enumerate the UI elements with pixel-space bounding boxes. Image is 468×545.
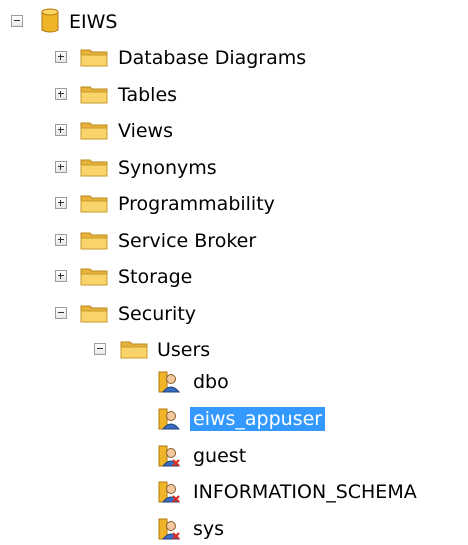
user-disabled-icon bbox=[158, 518, 180, 540]
user-disabled-icon bbox=[158, 445, 180, 467]
tree-node-label: Storage bbox=[118, 266, 193, 288]
user-icon bbox=[158, 371, 180, 393]
tree-node-label: Tables bbox=[118, 83, 178, 106]
expand-toggle[interactable] bbox=[55, 87, 67, 100]
database-icon bbox=[41, 8, 59, 33]
tree-node-security[interactable]: Security bbox=[0, 298, 468, 330]
folder-icon bbox=[80, 268, 108, 286]
tree-node-label: Service Broker bbox=[118, 229, 257, 252]
folder-icon bbox=[80, 159, 108, 176]
object-explorer-tree: EIWS Database Diagrams Tables Views Synonym… bbox=[0, 0, 468, 544]
collapse-toggle[interactable] bbox=[11, 15, 23, 27]
tree-node-database-diagrams[interactable]: Database Diagrams bbox=[0, 42, 468, 74]
folder-icon bbox=[80, 49, 108, 67]
tree-node-label: Programmability bbox=[118, 193, 275, 215]
tree-node-views[interactable]: Views bbox=[0, 115, 468, 147]
folder-icon bbox=[80, 195, 108, 213]
tree-node-label: guest bbox=[193, 444, 247, 467]
expand-toggle[interactable] bbox=[55, 124, 67, 136]
folder-icon bbox=[80, 86, 108, 103]
tree-node-storage[interactable]: Storage bbox=[0, 261, 468, 293]
expand-toggle[interactable] bbox=[55, 160, 67, 173]
tree-node-programmability[interactable]: Programmability bbox=[0, 188, 468, 220]
tree-node-label: dbo bbox=[193, 371, 229, 393]
tree-node-user[interactable]: eiws_appuser bbox=[0, 403, 468, 435]
folder-icon bbox=[80, 232, 108, 249]
tree-node-users-folder[interactable]: Users bbox=[0, 334, 468, 366]
tree-node-label: Views bbox=[118, 120, 173, 142]
tree-node-label: Users bbox=[157, 339, 211, 361]
tree-node-synonyms[interactable]: Synonyms bbox=[0, 152, 468, 184]
tree-node-service-broker[interactable]: Service Broker bbox=[0, 225, 468, 257]
expand-toggle[interactable] bbox=[55, 233, 67, 246]
tree-node-label: Security bbox=[118, 302, 197, 325]
folder-icon bbox=[80, 122, 108, 140]
tree-node-label-selected: eiws_appuser bbox=[190, 406, 326, 431]
folder-icon bbox=[120, 341, 148, 359]
collapse-toggle[interactable] bbox=[55, 306, 67, 319]
user-icon bbox=[158, 408, 180, 430]
tree-node-tables[interactable]: Tables bbox=[0, 79, 468, 111]
expand-toggle[interactable] bbox=[55, 270, 67, 282]
tree-node-user[interactable]: sys bbox=[0, 513, 468, 545]
user-disabled-icon bbox=[158, 481, 180, 504]
tree-node-user[interactable]: guest bbox=[0, 440, 468, 472]
tree-node-user[interactable]: INFORMATION_SCHEMA bbox=[0, 476, 468, 508]
expand-toggle[interactable] bbox=[55, 197, 67, 209]
tree-node-label: EIWS bbox=[69, 11, 118, 33]
tree-node-label: INFORMATION_SCHEMA bbox=[193, 481, 417, 504]
tree-node-user[interactable]: dbo bbox=[0, 366, 468, 398]
tree-node-database[interactable]: EIWS bbox=[0, 6, 468, 38]
folder-icon bbox=[80, 305, 108, 322]
expand-toggle[interactable] bbox=[55, 51, 67, 63]
tree-node-label: Database Diagrams bbox=[118, 47, 307, 69]
collapse-toggle[interactable] bbox=[94, 343, 106, 355]
tree-node-label: Synonyms bbox=[118, 156, 217, 179]
tree-node-label: sys bbox=[193, 518, 225, 541]
